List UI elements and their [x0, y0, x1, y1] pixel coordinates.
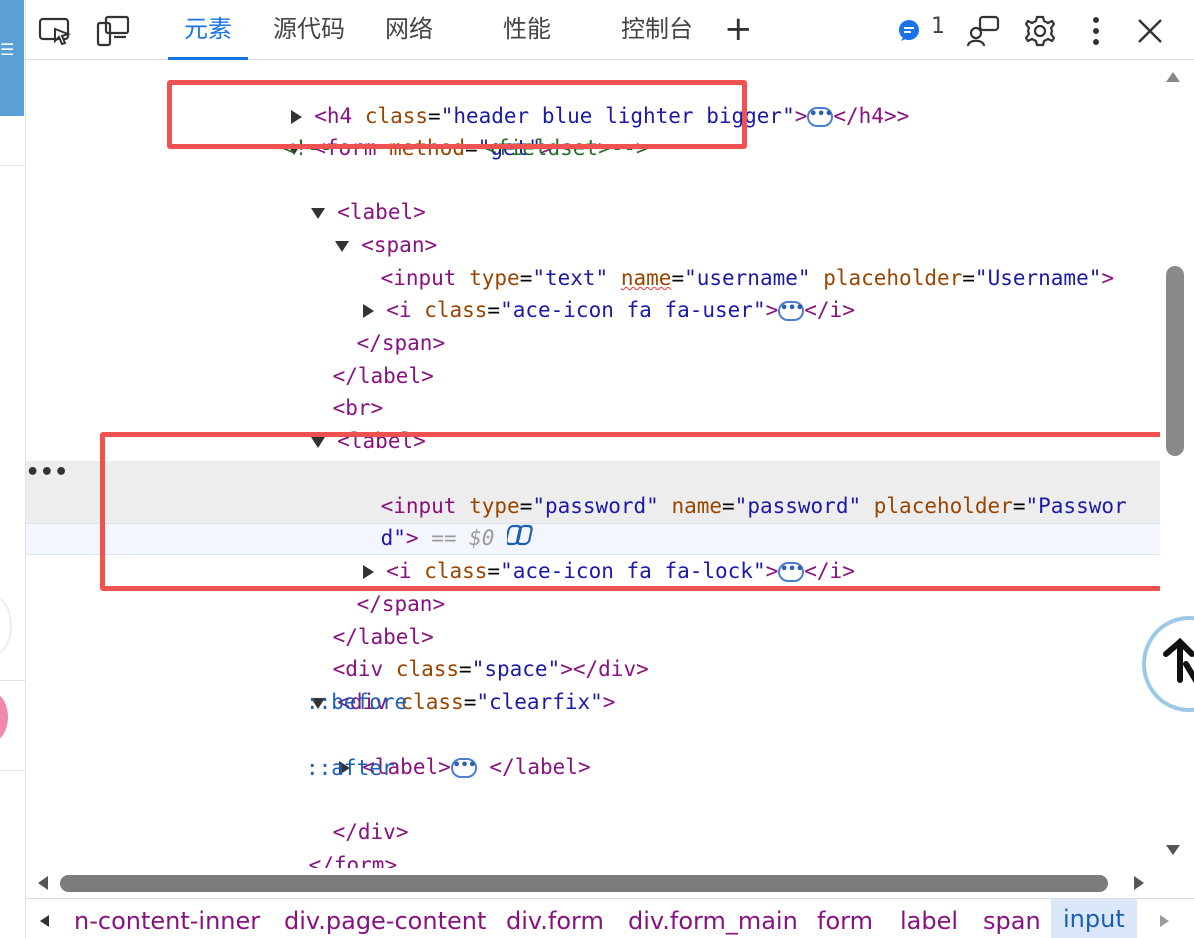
message-count: 1	[931, 14, 945, 39]
breadcrumb-item[interactable]: div.form_main	[628, 903, 798, 938]
page-left-edge: ☰	[0, 0, 26, 938]
annotation-box-password	[100, 432, 1174, 591]
scroll-down-icon[interactable]	[1166, 845, 1180, 855]
dom-node-label-1-close[interactable]: </label>	[282, 328, 434, 388]
vertical-scroll-thumb[interactable]	[1166, 266, 1184, 456]
device-toggle-icon[interactable]	[96, 14, 130, 48]
horizontal-scroll-thumb[interactable]	[60, 875, 1108, 892]
dom-node-after[interactable]: ::after	[306, 752, 395, 784]
page-side-panel[interactable]: ☰	[0, 0, 24, 116]
dom-node-form-close[interactable]: </form>	[258, 817, 398, 868]
dom-node-div-clearfix[interactable]: <div class="clearfix">	[260, 654, 615, 714]
breadcrumb-item[interactable]: span	[983, 903, 1041, 938]
tab-elements[interactable]: 元素	[168, 0, 248, 60]
tab-network[interactable]: 网络	[385, 0, 433, 60]
tab-performance[interactable]: 性能	[503, 0, 551, 60]
more-options-icon[interactable]	[1079, 14, 1113, 48]
settings-gear-icon[interactable]	[1023, 14, 1057, 48]
dom-node-span-1-close[interactable]: </span>	[306, 295, 446, 355]
close-icon[interactable]	[1133, 14, 1167, 48]
dom-node-label-1[interactable]: <label>	[260, 164, 426, 224]
scroll-left-icon[interactable]	[38, 876, 48, 890]
dom-node-label-2[interactable]: <label>	[260, 393, 426, 453]
tab-sources[interactable]: 源代码	[273, 0, 345, 60]
dom-node-span-1[interactable]: <span>	[284, 197, 437, 257]
collapsed-content-icon[interactable]: •••	[807, 107, 834, 127]
breadcrumb-item-selected[interactable]: input	[1051, 899, 1137, 938]
collapsed-content-icon[interactable]: •••	[450, 758, 477, 778]
dom-node-i-user[interactable]: <i class="ace-icon fa fa-user"> •••</i>	[312, 262, 855, 322]
dom-node-br[interactable]: <br>	[282, 360, 384, 420]
breadcrumb-item[interactable]: div.page-content	[284, 903, 486, 938]
assistant-logo-icon[interactable]	[1150, 624, 1194, 704]
scroll-right-icon[interactable]	[1134, 876, 1144, 890]
menu-icon: ☰	[0, 40, 15, 59]
tab-console[interactable]: 控制台	[621, 0, 693, 60]
breadcrumb-scroll-right-icon[interactable]	[1160, 915, 1169, 927]
breadcrumb-item[interactable]: div.form	[506, 903, 604, 938]
add-tab-icon[interactable]: +	[724, 0, 753, 60]
row-options-icon[interactable]: •••	[26, 460, 69, 485]
breadcrumb-item[interactable]: n-content-inner	[74, 903, 260, 938]
devtools-toolbar: 元素 源代码 网络 性能 控制台 + 1	[26, 0, 1194, 60]
scroll-up-icon[interactable]	[1166, 72, 1180, 82]
dom-node-label-3[interactable]: <label> ••• </label>	[288, 719, 591, 779]
dom-node-before[interactable]: ::before	[306, 686, 407, 718]
vertical-scrollbar[interactable]	[1160, 60, 1194, 868]
dom-node-div-outer-close[interactable]: </div>	[234, 849, 360, 868]
inspect-element-icon[interactable]	[38, 14, 72, 48]
dom-node-input-username[interactable]: <input type="text" name="username" place…	[330, 230, 1114, 290]
dom-node-label-2-close[interactable]: </label>	[282, 589, 434, 649]
annotation-box-form	[167, 80, 747, 149]
page-pink-bubble[interactable]	[0, 693, 8, 741]
collapsed-content-icon[interactable]: •••	[778, 301, 805, 321]
breadcrumb: n-content-inner div.page-content div.for…	[26, 898, 1194, 938]
dom-node-div-space[interactable]: <div class="space"></div>	[282, 621, 649, 681]
breadcrumb-item[interactable]: label	[900, 903, 958, 938]
page-floating-button[interactable]	[0, 596, 12, 656]
breadcrumb-item[interactable]: form	[817, 903, 873, 938]
breadcrumb-scroll-left-icon[interactable]	[40, 915, 49, 927]
feedback-icon[interactable]	[966, 14, 1000, 48]
dom-node-div-close[interactable]: </div>	[282, 784, 409, 844]
messages-icon[interactable]	[892, 14, 926, 48]
